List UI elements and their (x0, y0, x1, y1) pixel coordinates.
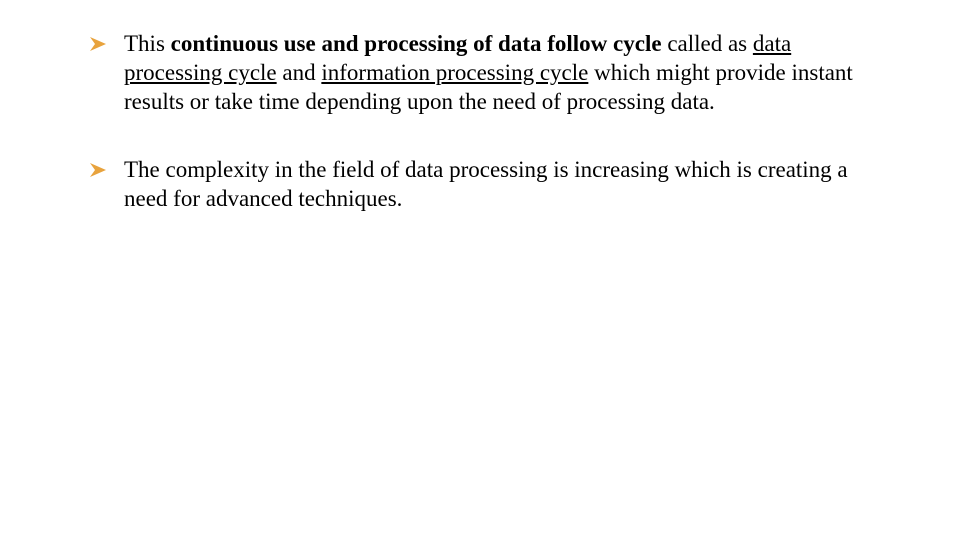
text-segment: This (124, 31, 171, 56)
bullet-text: This continuous use and processing of da… (124, 30, 890, 116)
text-segment: called as (662, 31, 753, 56)
arrow-bullet-icon (90, 37, 106, 51)
arrow-bullet-icon (90, 163, 106, 177)
text-segment: The complexity in the field of data proc… (124, 157, 848, 211)
bullet-item: The complexity in the field of data proc… (90, 156, 890, 214)
bullet-item: This continuous use and processing of da… (90, 30, 890, 116)
bullet-text: The complexity in the field of data proc… (124, 156, 890, 214)
text-underline-segment: information processing cycle (321, 60, 588, 85)
text-segment: and (277, 60, 322, 85)
slide-content: This continuous use and processing of da… (0, 0, 960, 284)
text-bold-segment: continuous use and processing of data fo… (171, 31, 662, 56)
